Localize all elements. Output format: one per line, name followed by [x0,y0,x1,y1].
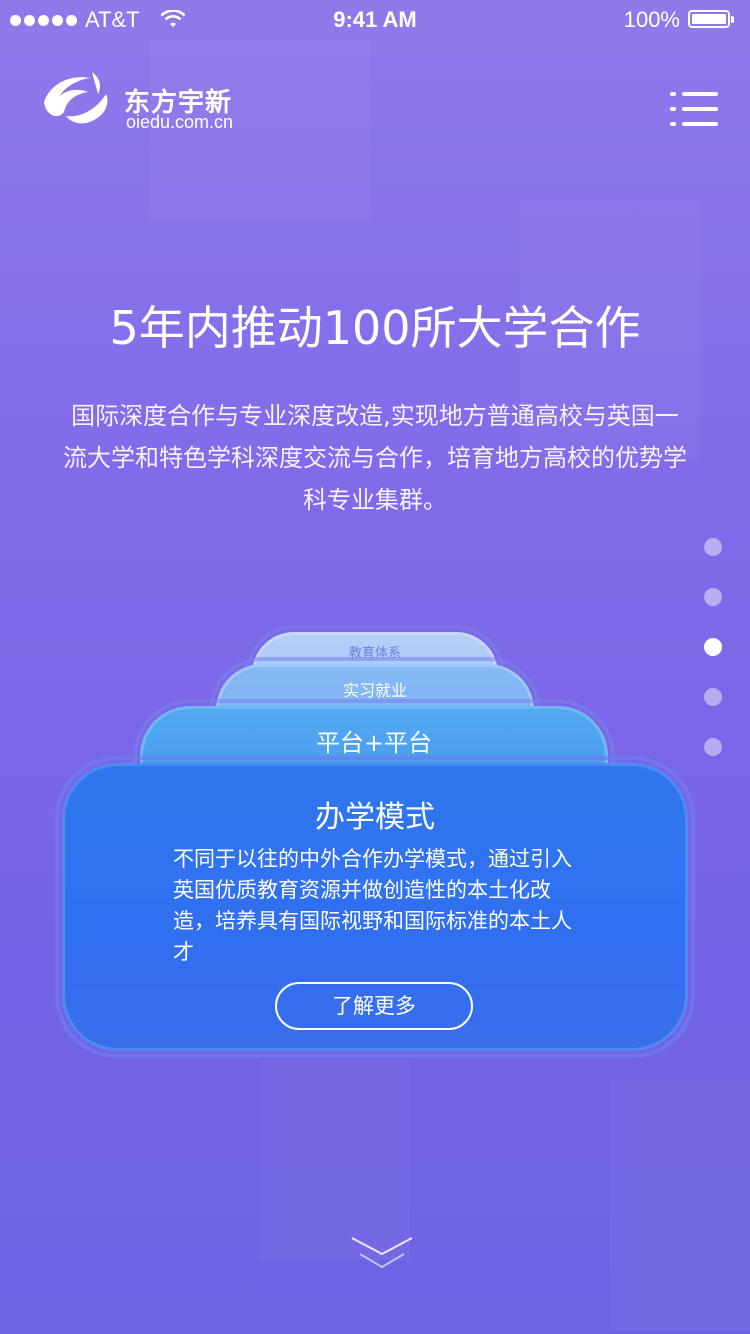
battery-level-fill [692,14,726,24]
card-title: 办学模式 [315,800,435,835]
section-pager [704,538,722,788]
pager-dot[interactable] [704,738,722,756]
battery-percent: 100% [623,7,680,32]
status-bar: AT&T 9:41 AM 100% [0,0,750,40]
background-texture [260,1060,410,1260]
card-description: 不同于以往的中外合作办学模式，通过引入英国优质教育资源并做创造性的本土化改造，培… [173,847,572,964]
page-description: 国际深度合作与专业深度改造,实现地方普通高校与英国一流大学和特色学科深度交流与合… [63,402,687,514]
main-card: 办学模式 不同于以往的中外合作办学模式，通过引入英国优质教育资源并做创造性的本土… [62,763,688,1051]
pager-dot[interactable] [704,688,722,706]
double-chevron-down-icon[interactable] [350,1234,414,1274]
tier-label: 教育体系 [348,646,401,661]
logo-domain: oiedu.com.cn [126,112,234,132]
battery-icon [688,9,736,31]
learn-more-button[interactable]: 了解更多 [275,982,473,1030]
hamburger-menu-icon[interactable] [670,90,718,128]
site-logo[interactable]: 东方宇新 oiedu.com.cn [36,72,256,132]
page-headline: 5年内推动100所大学合作 [109,301,641,355]
logo-mark-icon [44,72,108,124]
pager-dot[interactable] [704,538,722,556]
pager-dot[interactable] [704,588,722,606]
tier-label: 实习就业 [342,681,407,700]
tier-label: 平台+平台 [315,729,433,757]
background-texture [610,1080,750,1330]
pager-dot-active[interactable] [704,638,722,656]
stacked-cards: 教育体系 实习就业 平台+平台 办学模式 不同于以往的中外合作办学模式，通过引入… [0,0,750,1334]
status-bar-right: 100% [624,7,736,33]
